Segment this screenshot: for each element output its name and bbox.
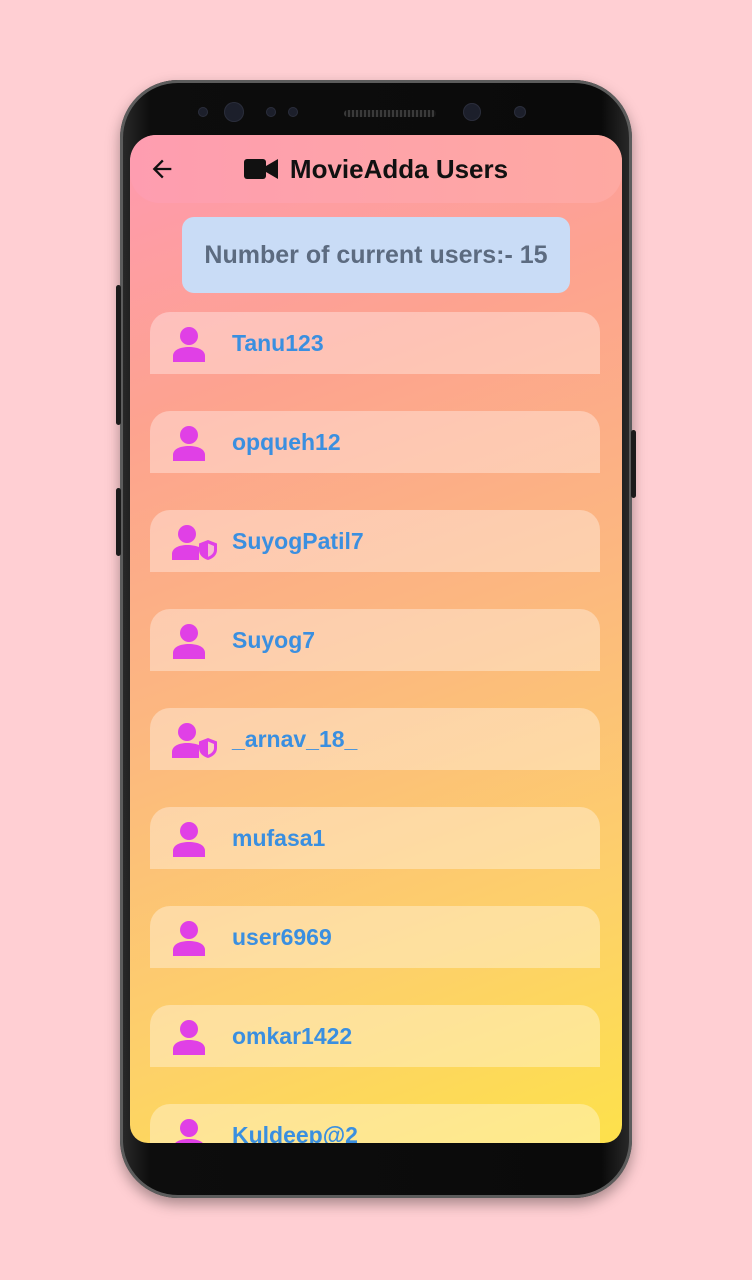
admin-person-shield-icon xyxy=(172,723,217,758)
username: Suyog7 xyxy=(232,627,316,653)
sensor-dot xyxy=(198,107,208,117)
username: mufasa1 xyxy=(232,825,326,851)
username: user6969 xyxy=(232,924,332,950)
phone-frame: MovieAdda Users Number of current users:… xyxy=(116,80,636,1198)
username: SuyogPatil7 xyxy=(232,528,364,554)
person-icon xyxy=(173,327,205,362)
list-item[interactable]: SuyogPatil7 xyxy=(150,510,600,572)
video-camera-icon xyxy=(243,159,278,179)
person-icon xyxy=(173,1020,205,1055)
person-icon xyxy=(175,1119,203,1143)
iris-camera xyxy=(514,106,526,118)
username: omkar1422 xyxy=(232,1023,353,1049)
list-item[interactable]: user6969 xyxy=(150,906,600,968)
list-item[interactable]: _arnav_18_ xyxy=(150,708,600,770)
sensor-dot xyxy=(266,107,276,117)
phone-top-bezel xyxy=(120,80,632,136)
person-icon xyxy=(173,921,205,956)
list-item[interactable]: Kuldeep@2 xyxy=(150,1104,600,1143)
sensor-dot xyxy=(288,107,298,117)
front-camera xyxy=(463,103,481,121)
iris-sensor xyxy=(224,102,244,122)
list-item[interactable]: Suyog7 xyxy=(150,609,600,671)
volume-button xyxy=(116,285,121,425)
title-group: MovieAdda Users xyxy=(130,135,622,203)
bixby-button xyxy=(116,488,121,556)
username: Tanu123 xyxy=(232,330,324,356)
list-item[interactable]: omkar1422 xyxy=(150,1005,600,1067)
user-count-label: Number of current users:- 15 xyxy=(204,240,548,269)
app-bar: MovieAdda Users xyxy=(130,135,622,203)
screen: MovieAdda Users Number of current users:… xyxy=(130,135,622,1143)
user-list[interactable]: Tanu123 opqueh12 SuyogPatil7 Suyog7 _arn… xyxy=(150,312,600,1143)
person-icon xyxy=(173,822,205,857)
list-item[interactable]: opqueh12 xyxy=(150,411,600,473)
power-button xyxy=(631,430,636,498)
username: Kuldeep@2 xyxy=(232,1122,358,1143)
admin-person-shield-icon xyxy=(172,525,217,560)
earpiece-speaker xyxy=(344,110,436,117)
person-icon xyxy=(173,624,205,659)
list-item[interactable]: mufasa1 xyxy=(150,807,600,869)
username: opqueh12 xyxy=(232,429,341,455)
person-icon xyxy=(173,426,205,461)
username: _arnav_18_ xyxy=(232,726,358,752)
list-item[interactable]: Tanu123 xyxy=(150,312,600,374)
user-count-card: Number of current users:- 15 xyxy=(182,217,570,293)
page-title: MovieAdda Users xyxy=(289,153,509,184)
